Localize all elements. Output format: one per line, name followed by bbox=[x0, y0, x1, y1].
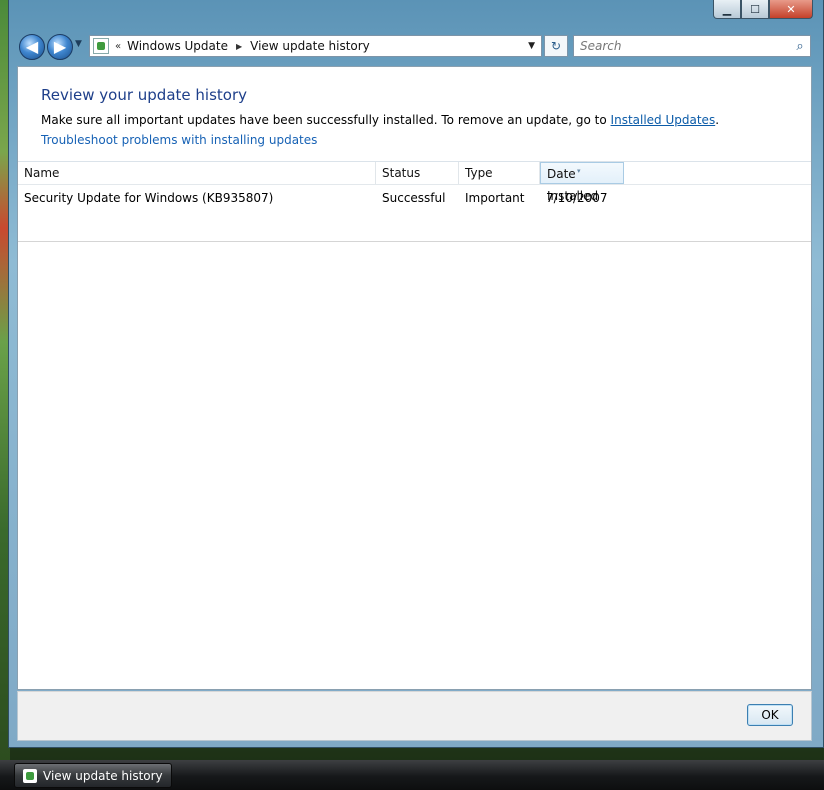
column-header-status[interactable]: Status bbox=[376, 162, 459, 184]
update-history-table: Name Status Type ▾ Date Installed Securi… bbox=[18, 161, 811, 242]
forward-button[interactable]: ▶ bbox=[47, 34, 73, 60]
breadcrumb-view-update-history[interactable]: View update history bbox=[250, 39, 370, 53]
search-input[interactable] bbox=[578, 36, 790, 56]
cell-date: 7/10/2007 bbox=[546, 191, 608, 205]
content-pane: Review your update history Make sure all… bbox=[17, 66, 812, 690]
column-headers: Name Status Type ▾ Date Installed bbox=[18, 161, 811, 203]
refresh-button[interactable]: ↻ bbox=[544, 35, 568, 57]
cell-type: Important bbox=[465, 191, 525, 205]
breadcrumb-overflow-icon[interactable]: « bbox=[115, 41, 121, 52]
minimize-button[interactable]: ▁ bbox=[713, 0, 741, 19]
breadcrumb-windows-update[interactable]: Windows Update bbox=[127, 39, 228, 53]
cell-name: Security Update for Windows (KB935807) bbox=[24, 191, 274, 205]
taskbar-button-view-update-history[interactable]: View update history bbox=[14, 763, 172, 788]
sort-descending-icon: ▾ bbox=[577, 167, 581, 175]
description-end: . bbox=[715, 113, 720, 127]
search-icon[interactable]: ⌕ bbox=[790, 39, 810, 54]
back-button[interactable]: ◀ bbox=[19, 34, 45, 60]
taskbar: View update history bbox=[0, 760, 824, 790]
close-button[interactable]: ✕ bbox=[769, 0, 813, 19]
cell-status: Successful bbox=[382, 191, 446, 205]
windows-update-icon bbox=[93, 38, 109, 54]
column-header-date-installed[interactable]: ▾ Date Installed bbox=[540, 162, 624, 203]
navigation-bar: ◀ ▶ ▼ « Windows Update ▶ View update his… bbox=[9, 30, 824, 62]
breadcrumb-arrow-icon[interactable]: ▶ bbox=[236, 42, 242, 51]
ok-button[interactable]: OK bbox=[747, 704, 793, 726]
recent-pages-dropdown-icon[interactable]: ▼ bbox=[75, 39, 82, 49]
column-header-type[interactable]: Type bbox=[459, 162, 540, 184]
installed-updates-link[interactable]: Installed Updates bbox=[611, 113, 716, 127]
description: Make sure all important updates have bee… bbox=[41, 113, 719, 127]
address-bar[interactable]: « Windows Update ▶ View update history ▼ bbox=[89, 35, 542, 57]
windows-update-icon bbox=[23, 768, 37, 783]
taskbar-button-label: View update history bbox=[43, 768, 163, 783]
caption-buttons: ▁ ☐ ✕ bbox=[713, 0, 813, 20]
troubleshoot-link[interactable]: Troubleshoot problems with installing up… bbox=[41, 133, 317, 147]
page-title: Review your update history bbox=[41, 86, 247, 104]
column-header-name[interactable]: Name bbox=[18, 162, 376, 184]
table-row[interactable]: Security Update for Windows (KB935807) S… bbox=[18, 187, 811, 209]
window: ▁ ☐ ✕ ◀ ▶ ▼ « Windows Update ▶ View upda… bbox=[8, 0, 824, 748]
footer-bar: OK bbox=[17, 691, 812, 741]
search-box: ⌕ bbox=[573, 35, 811, 57]
description-text: Make sure all important updates have bee… bbox=[41, 113, 611, 127]
maximize-button[interactable]: ☐ bbox=[741, 0, 769, 19]
address-dropdown-icon[interactable]: ▼ bbox=[528, 41, 535, 51]
